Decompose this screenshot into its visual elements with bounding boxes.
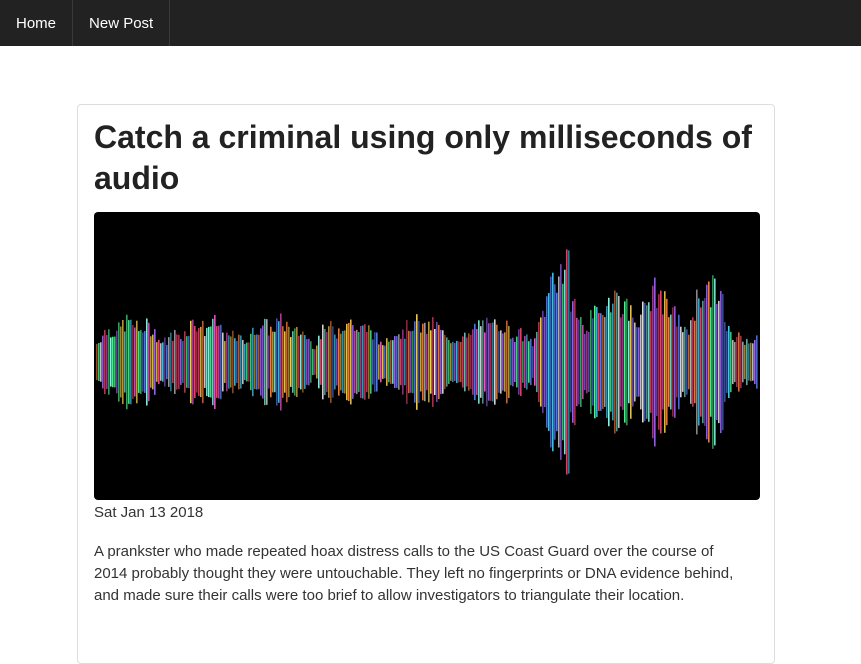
post-title: Catch a criminal using only milliseconds… [94,119,752,196]
post-hero-image [94,212,760,500]
post-card: Catch a criminal using only milliseconds… [77,104,775,664]
audio-waveform-image [96,249,758,475]
top-navbar: Home New Post [0,0,861,46]
post-date: Sat Jan 13 2018 [94,504,204,521]
nav-new-post-link[interactable]: New Post [73,0,171,46]
post-excerpt: A prankster who made repeated hoax distr… [94,543,734,604]
nav-home-link[interactable]: Home [0,0,74,46]
